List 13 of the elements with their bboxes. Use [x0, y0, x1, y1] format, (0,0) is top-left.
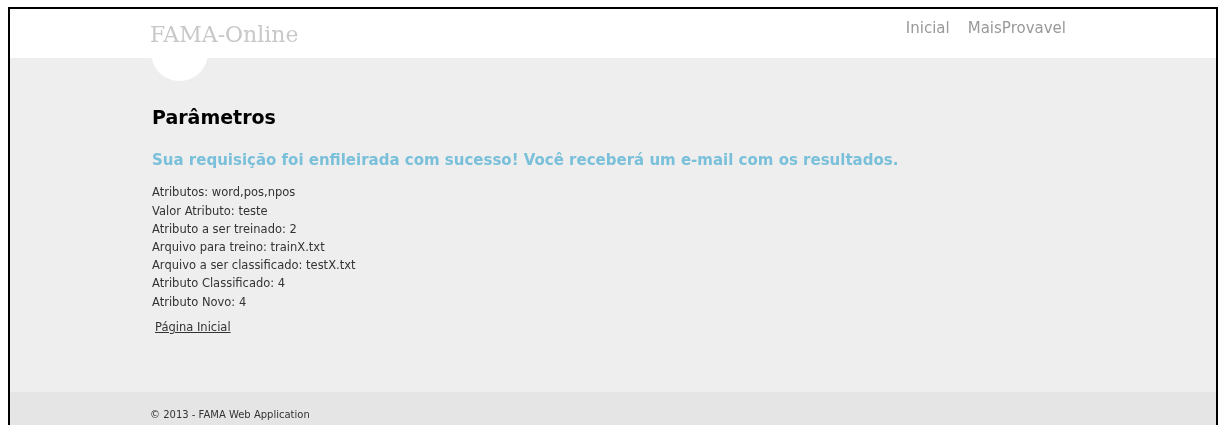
parameter-line: Atributos: word,pos,npos — [152, 184, 297, 202]
nav-link[interactable]: MaisProvavel — [967, 17, 1066, 40]
copyright-text: © 2013 - FAMA Web Application — [150, 409, 310, 420]
nav-link[interactable]: Inicial — [905, 17, 950, 40]
parameter-line: Valor Atributo: teste — [152, 202, 269, 220]
page-title: Parâmetros — [152, 106, 277, 129]
home-link[interactable]: Página Inicial — [155, 318, 231, 336]
parameter-line: Atributo a ser treinado: 2 — [152, 220, 298, 238]
success-message: Sua requisição foi enfileirada com sucesso! Você receberá um e-mail com os resultados. — [152, 149, 900, 171]
parameter-line: Atributo Classificado: 4 — [152, 275, 287, 293]
parameter-line: Arquivo a ser classificado: testX.txt — [152, 257, 357, 275]
parameter-line: Atributo Novo: 4 — [152, 293, 248, 311]
parameter-line: Arquivo para treino: trainX.txt — [152, 238, 326, 256]
